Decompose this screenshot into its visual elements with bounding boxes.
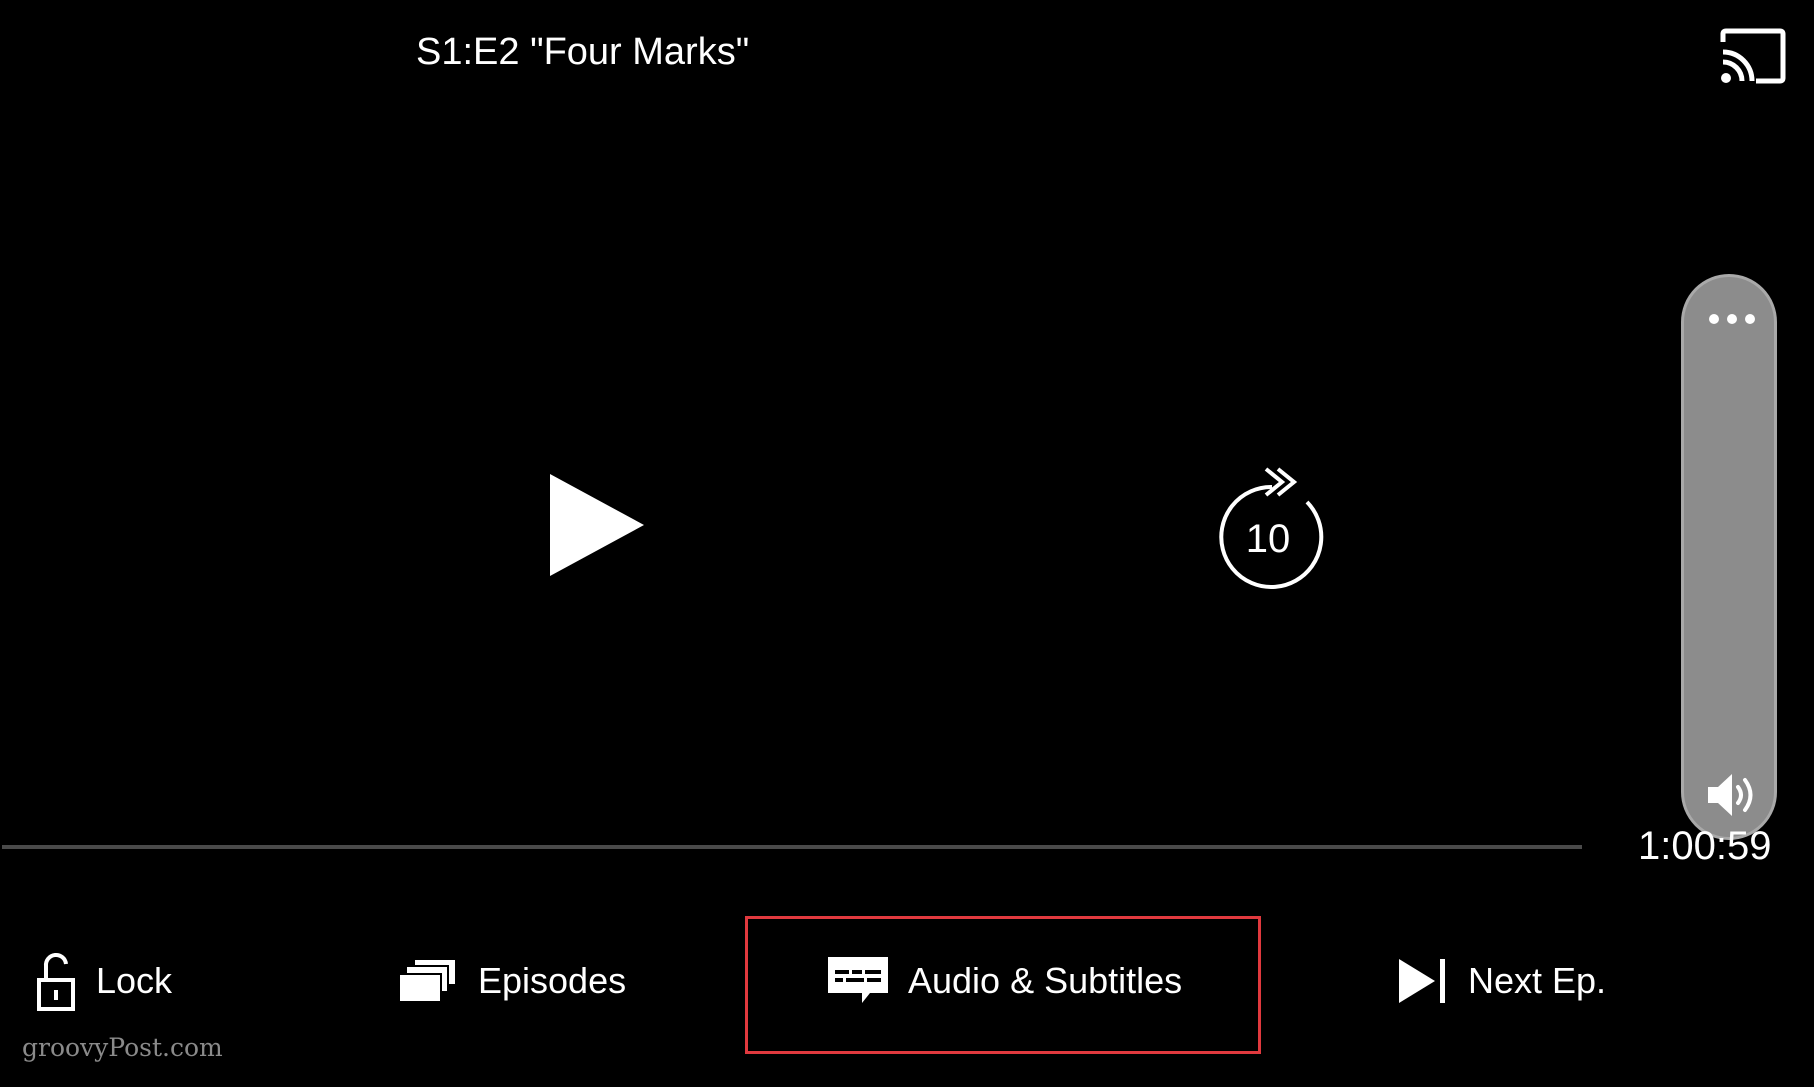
- next-episode-label: Next Ep.: [1468, 960, 1607, 1001]
- unlock-icon: [37, 953, 75, 1011]
- skip-seconds-label: 10: [1246, 517, 1291, 561]
- more-options-icon[interactable]: [1708, 313, 1756, 325]
- play-button[interactable]: [540, 466, 650, 584]
- play-icon: [550, 474, 644, 576]
- next-episode-button[interactable]: Next Ep.: [1398, 946, 1606, 1016]
- episodes-icon: [398, 958, 457, 1003]
- progress-bar[interactable]: [2, 845, 1582, 849]
- episodes-button[interactable]: Episodes: [398, 946, 626, 1016]
- skip-forward-button[interactable]: 10: [1208, 462, 1328, 592]
- skip-forward-10-icon: 10: [1219, 467, 1324, 589]
- episodes-label: Episodes: [478, 960, 627, 1001]
- volume-slider[interactable]: [1681, 274, 1777, 840]
- next-episode-icon: [1399, 959, 1445, 1003]
- lock-label: Lock: [96, 960, 173, 1001]
- volume-icon[interactable]: [1706, 771, 1758, 819]
- time-remaining: 1:00:59: [1638, 824, 1772, 868]
- lock-button[interactable]: Lock: [36, 946, 172, 1016]
- watermark: groovyPost.com: [22, 1033, 223, 1062]
- cast-button[interactable]: [1720, 28, 1786, 84]
- cast-icon: [1720, 28, 1786, 84]
- highlight-annotation: [745, 916, 1261, 1054]
- episode-title: S1:E2 "Four Marks": [416, 31, 750, 73]
